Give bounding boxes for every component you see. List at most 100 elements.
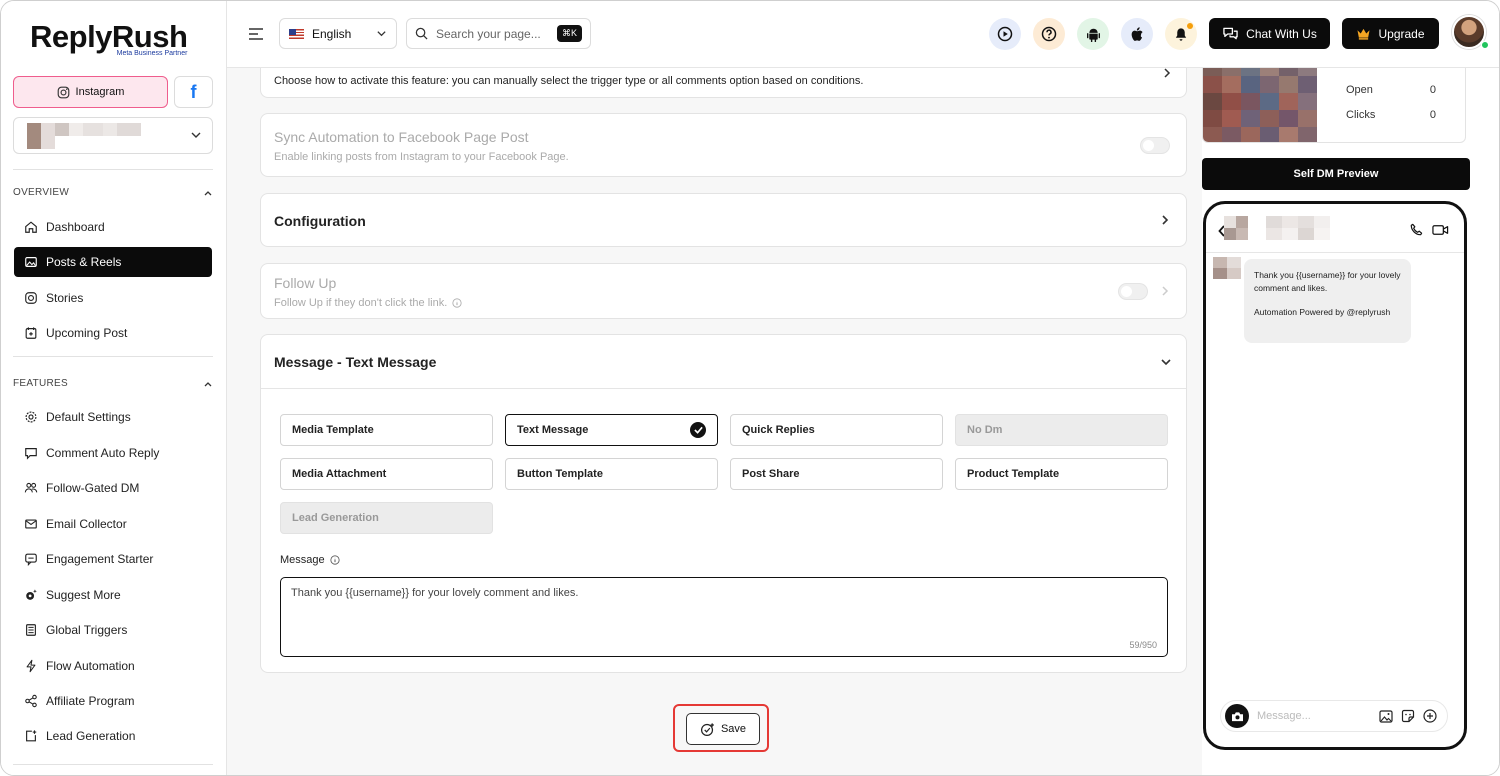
page-name-pixel (55, 123, 69, 136)
save-check-icon (700, 722, 714, 736)
brand-subtitle: Meta Business Partner (116, 50, 188, 57)
stat-value: 0 (1429, 109, 1436, 121)
notifications-button[interactable] (1165, 18, 1197, 50)
menu-icon[interactable] (247, 25, 265, 43)
post-thumbnail (1203, 59, 1317, 142)
follow-up-title: Follow Up (274, 275, 337, 291)
facebook-account-button[interactable]: f (174, 76, 213, 108)
instagram-label: Instagram (75, 86, 125, 98)
sidebar-item-dashboard[interactable]: Dashboard (14, 212, 212, 242)
online-status-dot (1481, 41, 1489, 49)
sticker-icon[interactable] (1401, 709, 1415, 723)
follow-up-toggle[interactable] (1118, 283, 1148, 300)
language-selector[interactable]: English (279, 18, 397, 49)
stat-value: 0 (1429, 84, 1436, 96)
option-button-template[interactable]: Button Template (505, 458, 718, 490)
overview-header-label: OVERVIEW (13, 187, 70, 198)
search-placeholder: Search your page... (436, 26, 541, 41)
gallery-icon[interactable] (1379, 709, 1393, 723)
dm-input-placeholder: Message... (1257, 710, 1311, 722)
upgrade-label: Upgrade (1378, 26, 1425, 41)
divider (13, 169, 213, 170)
chat-with-us-label: Chat With Us (1246, 26, 1317, 41)
phone-call-icon[interactable] (1410, 223, 1423, 236)
features-header-label: FEATURES (13, 378, 68, 389)
upgrade-button[interactable]: Upgrade (1342, 18, 1439, 49)
chat-bubbles-icon (1223, 27, 1238, 40)
message-card-header[interactable]: Message - Text Message (261, 335, 1186, 389)
phone-preview: Thank you {{username}} for your lovely c… (1203, 201, 1467, 750)
sidebar-item-label: Stories (46, 291, 84, 305)
video-tutorial-button[interactable] (989, 18, 1021, 50)
sidebar-item-follow-gated-dm[interactable]: Follow-Gated DM (14, 473, 212, 503)
sidebar-item-posts-reels[interactable]: Posts & Reels (14, 247, 212, 277)
overview-section-header[interactable]: OVERVIEW (13, 187, 213, 198)
option-product-template[interactable]: Product Template (955, 458, 1168, 490)
search-input[interactable]: Search your page... ⌘K (406, 18, 591, 49)
message-label-row: Message (280, 554, 340, 566)
sidebar-item-label: Engagement Starter (46, 552, 154, 566)
add-icon[interactable] (1423, 709, 1437, 723)
page-selector[interactable] (13, 117, 213, 154)
sync-toggle[interactable] (1140, 137, 1170, 154)
page-name-pixel (69, 123, 83, 136)
divider (13, 764, 213, 765)
option-label: Text Message (517, 424, 589, 436)
stat-label: Clicks (1346, 109, 1376, 121)
character-counter: 59/950 (1129, 640, 1157, 650)
option-text-message[interactable]: Text Message (505, 414, 718, 446)
message-textarea[interactable]: Thank you {{username}} for your lovely c… (280, 577, 1168, 657)
sidebar-item-comment-auto-reply[interactable]: Comment Auto Reply (14, 438, 212, 468)
sidebar-item-label: Upcoming Post (46, 326, 128, 340)
search-icon (415, 27, 428, 40)
sidebar-item-suggest-more[interactable]: Suggest More (14, 580, 212, 610)
dm-message-input[interactable]: Message... (1220, 700, 1448, 732)
option-lead-generation: Lead Generation (280, 502, 493, 534)
info-icon (452, 298, 462, 308)
stat-clicks: Clicks 0 (1346, 109, 1436, 121)
option-label: Post Share (742, 468, 800, 480)
instagram-account-button[interactable]: Instagram (13, 76, 168, 108)
sidebar-item-label: Follow-Gated DM (46, 481, 140, 495)
option-quick-replies[interactable]: Quick Replies (730, 414, 943, 446)
save-button[interactable]: Save (686, 713, 760, 745)
trigger-type-card[interactable]: Choose how to activate this feature: you… (260, 68, 1187, 98)
option-post-share[interactable]: Post Share (730, 458, 943, 490)
chevron-down-icon (1161, 359, 1171, 366)
video-call-icon[interactable] (1432, 224, 1449, 236)
sidebar-item-label: Dashboard (46, 220, 105, 234)
crown-icon (1357, 28, 1371, 40)
sidebar-item-flow-automation[interactable]: Flow Automation (14, 651, 212, 681)
sidebar-item-email-collector[interactable]: Email Collector (14, 509, 212, 539)
notification-dot (1187, 23, 1193, 29)
self-dm-preview-button[interactable]: Self DM Preview (1202, 158, 1470, 190)
list-icon (26, 624, 36, 636)
sync-facebook-card: Sync Automation to Facebook Page Post En… (260, 113, 1187, 177)
sidebar-item-lead-generation[interactable]: Lead Generation (14, 721, 212, 751)
sidebar-item-default-settings[interactable]: Default Settings (14, 402, 212, 432)
sidebar-item-global-triggers[interactable]: Global Triggers (14, 615, 212, 645)
features-section-header[interactable]: FEATURES (13, 378, 213, 389)
sidebar-item-stories[interactable]: Stories (14, 283, 212, 313)
page-name-pixel (103, 123, 117, 136)
lead-icon (26, 730, 37, 742)
app-window: ReplyRush Meta Business Partner Instagra… (0, 0, 1500, 776)
sidebar-item-upcoming-post[interactable]: Upcoming Post (14, 318, 212, 348)
bell-icon (1175, 27, 1187, 41)
camera-icon[interactable] (1225, 704, 1249, 728)
share-icon (25, 694, 37, 708)
ios-app-button[interactable] (1121, 18, 1153, 50)
sidebar-item-affiliate-program[interactable]: Affiliate Program (14, 686, 212, 716)
chat-with-us-button[interactable]: Chat With Us (1209, 18, 1330, 49)
follow-up-card: Follow Up Follow Up if they don't click … (260, 263, 1187, 319)
option-media-attachment[interactable]: Media Attachment (280, 458, 493, 490)
help-button[interactable] (1033, 18, 1065, 50)
android-app-button[interactable] (1077, 18, 1109, 50)
option-label: Media Template (292, 424, 374, 436)
image-icon (25, 257, 37, 267)
configuration-card[interactable]: Configuration (260, 193, 1187, 247)
sidebar-item-engagement-starter[interactable]: Engagement Starter (14, 544, 212, 574)
check-icon (690, 422, 706, 438)
option-media-template[interactable]: Media Template (280, 414, 493, 446)
sidebar-item-label: Flow Automation (46, 659, 135, 673)
